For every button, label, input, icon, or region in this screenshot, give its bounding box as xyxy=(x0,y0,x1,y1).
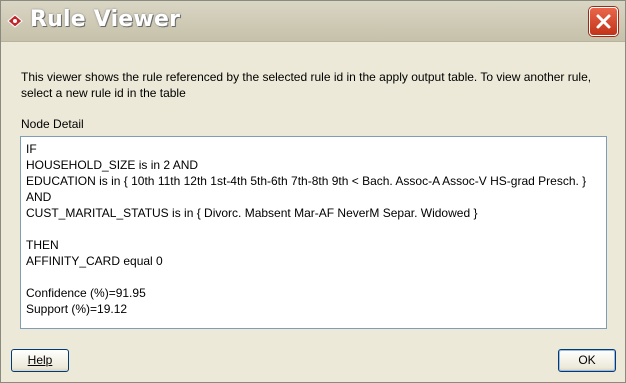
rule-line: CUST_MARITAL_STATUS is in { Divorc. Mabs… xyxy=(26,206,478,220)
viewer-description: This viewer shows the rule referenced by… xyxy=(21,70,592,100)
ok-button[interactable]: OK xyxy=(558,349,616,372)
close-icon xyxy=(596,14,611,29)
rule-line: EDUCATION is in { 10th 11th 12th 1st-4th… xyxy=(26,174,587,188)
node-detail-label: Node Detail xyxy=(21,117,84,131)
rule-line xyxy=(26,269,601,285)
rule-line: AND xyxy=(26,190,52,204)
window-title: Rule Viewer xyxy=(30,7,181,32)
help-button-label: Help xyxy=(27,353,53,367)
rule-line: IF xyxy=(26,142,37,156)
rule-line: HOUSEHOLD_SIZE is in 2 AND xyxy=(26,158,199,172)
title-bar[interactable]: Rule Viewer xyxy=(1,1,625,42)
oracle-diamond-icon xyxy=(7,14,23,28)
rule-line: AFFINITY_CARD equal 0 xyxy=(26,254,163,268)
rule-viewer-window: Rule Viewer This viewer shows the rule r… xyxy=(0,0,626,383)
rule-line xyxy=(26,221,601,237)
rule-line: THEN xyxy=(26,238,59,252)
rule-line: Confidence (%)=91.95 xyxy=(26,286,146,300)
help-button[interactable]: Help xyxy=(11,349,69,372)
rule-line: Support (%)=19.12 xyxy=(26,302,128,316)
node-detail-textarea[interactable]: IF HOUSEHOLD_SIZE is in 2 AND EDUCATION … xyxy=(20,136,607,329)
close-button[interactable] xyxy=(589,7,618,36)
ok-button-label: OK xyxy=(578,353,596,367)
